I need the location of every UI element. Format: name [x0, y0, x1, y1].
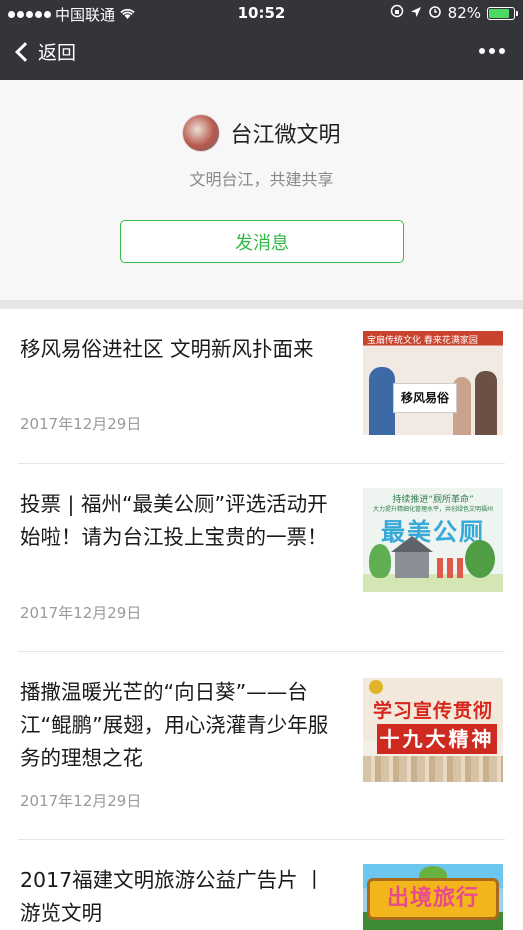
account-header: 台江微文明 文明台江，共建共享 发消息: [0, 80, 523, 300]
more-dot-icon: [479, 48, 485, 54]
back-label: 返回: [38, 42, 77, 64]
account-name-row: 台江微文明: [0, 114, 523, 152]
status-right: 82%: [390, 4, 518, 22]
battery-percent: 82%: [447, 4, 481, 22]
article-item[interactable]: 投票 | 福州“最美公厕”评选活动开始啦！请为台江投上宝贵的一票！ 2017年1…: [18, 464, 505, 652]
thumbnail-sign: 出境旅行: [367, 878, 499, 920]
location-icon: [410, 4, 422, 22]
calligraphy-scroll: 移风易俗: [393, 383, 457, 413]
article-title: 2017福建文明旅游公益广告片 丨游览文明: [20, 868, 325, 925]
more-dot-icon: [499, 48, 505, 54]
rotation-lock-icon: [390, 4, 404, 22]
article-date: 2017年12月29日: [20, 604, 142, 622]
back-button[interactable]: 返回: [12, 38, 76, 65]
thumbnail-line-2: 十九大精神: [377, 724, 497, 754]
status-bar: 中国联通 10:52 82%: [0, 0, 523, 27]
article-list: 移风易俗进社区 文明新风扑面来 2017年12月29日 宝扇传统文化 春来花满家…: [0, 309, 523, 930]
article-thumbnail: 学习宣传贯彻 十九大精神: [363, 678, 503, 782]
article-date: 2017年12月29日: [20, 792, 142, 810]
article-thumbnail: 宝扇传统文化 春来花满家园 移风易俗: [363, 331, 503, 435]
battery-fill: [489, 8, 509, 18]
article-title: 播撒温暖光芒的“向日葵”——台江“鲲鹏”展翅，用心浇灌青少年服务的理想之花: [20, 680, 329, 770]
article-date: 2017年12月29日: [20, 415, 142, 433]
tree-icon: [465, 540, 495, 578]
chevron-left-icon: [15, 41, 35, 62]
article-item[interactable]: 移风易俗进社区 文明新风扑面来 2017年12月29日 宝扇传统文化 春来花满家…: [18, 309, 505, 464]
more-button[interactable]: [479, 48, 505, 54]
top-bar: 中国联通 10:52 82% 返回: [0, 0, 523, 80]
article-thumbnail: 持续推进“厕所革命” 大力提升精细化管理水平，共创绿色文明福州 最美公厕: [363, 488, 503, 592]
skyline-shape: [363, 756, 503, 782]
more-dot-icon: [489, 48, 495, 54]
article-item[interactable]: 播撒温暖光芒的“向日葵”——台江“鲲鹏”展翅，用心浇灌青少年服务的理想之花 20…: [18, 652, 505, 840]
nav-bar: 返回: [0, 28, 523, 80]
avatar[interactable]: [182, 114, 221, 152]
section-divider: [0, 300, 523, 309]
roof-shape: [391, 536, 433, 552]
thumbnail-line-1: 学习宣传贯彻: [372, 700, 493, 722]
person-figure: [475, 371, 497, 435]
account-subtitle: 文明台江，共建共享: [189, 170, 334, 189]
article-item[interactable]: 2017福建文明旅游公益广告片 丨游览文明 出境旅行: [18, 840, 505, 930]
person-figure: [369, 367, 395, 435]
article-title: 投票 | 福州“最美公厕”评选活动开始啦！请为台江投上宝贵的一票！: [20, 492, 328, 549]
restroom-building-icon: [395, 552, 429, 578]
article-thumbnail: 出境旅行: [363, 864, 503, 930]
alarm-icon: [428, 4, 442, 22]
account-name: 台江微文明: [230, 123, 341, 148]
battery-icon: [487, 6, 518, 20]
people-icon: [437, 558, 463, 578]
tree-icon: [369, 544, 391, 578]
send-message-button[interactable]: 发消息: [120, 220, 404, 263]
thumbnail-header: 宝扇传统文化 春来花满家园: [367, 336, 478, 346]
article-title: 移风易俗进社区 文明新风扑面来: [20, 337, 314, 361]
party-emblem-icon: [369, 680, 383, 694]
